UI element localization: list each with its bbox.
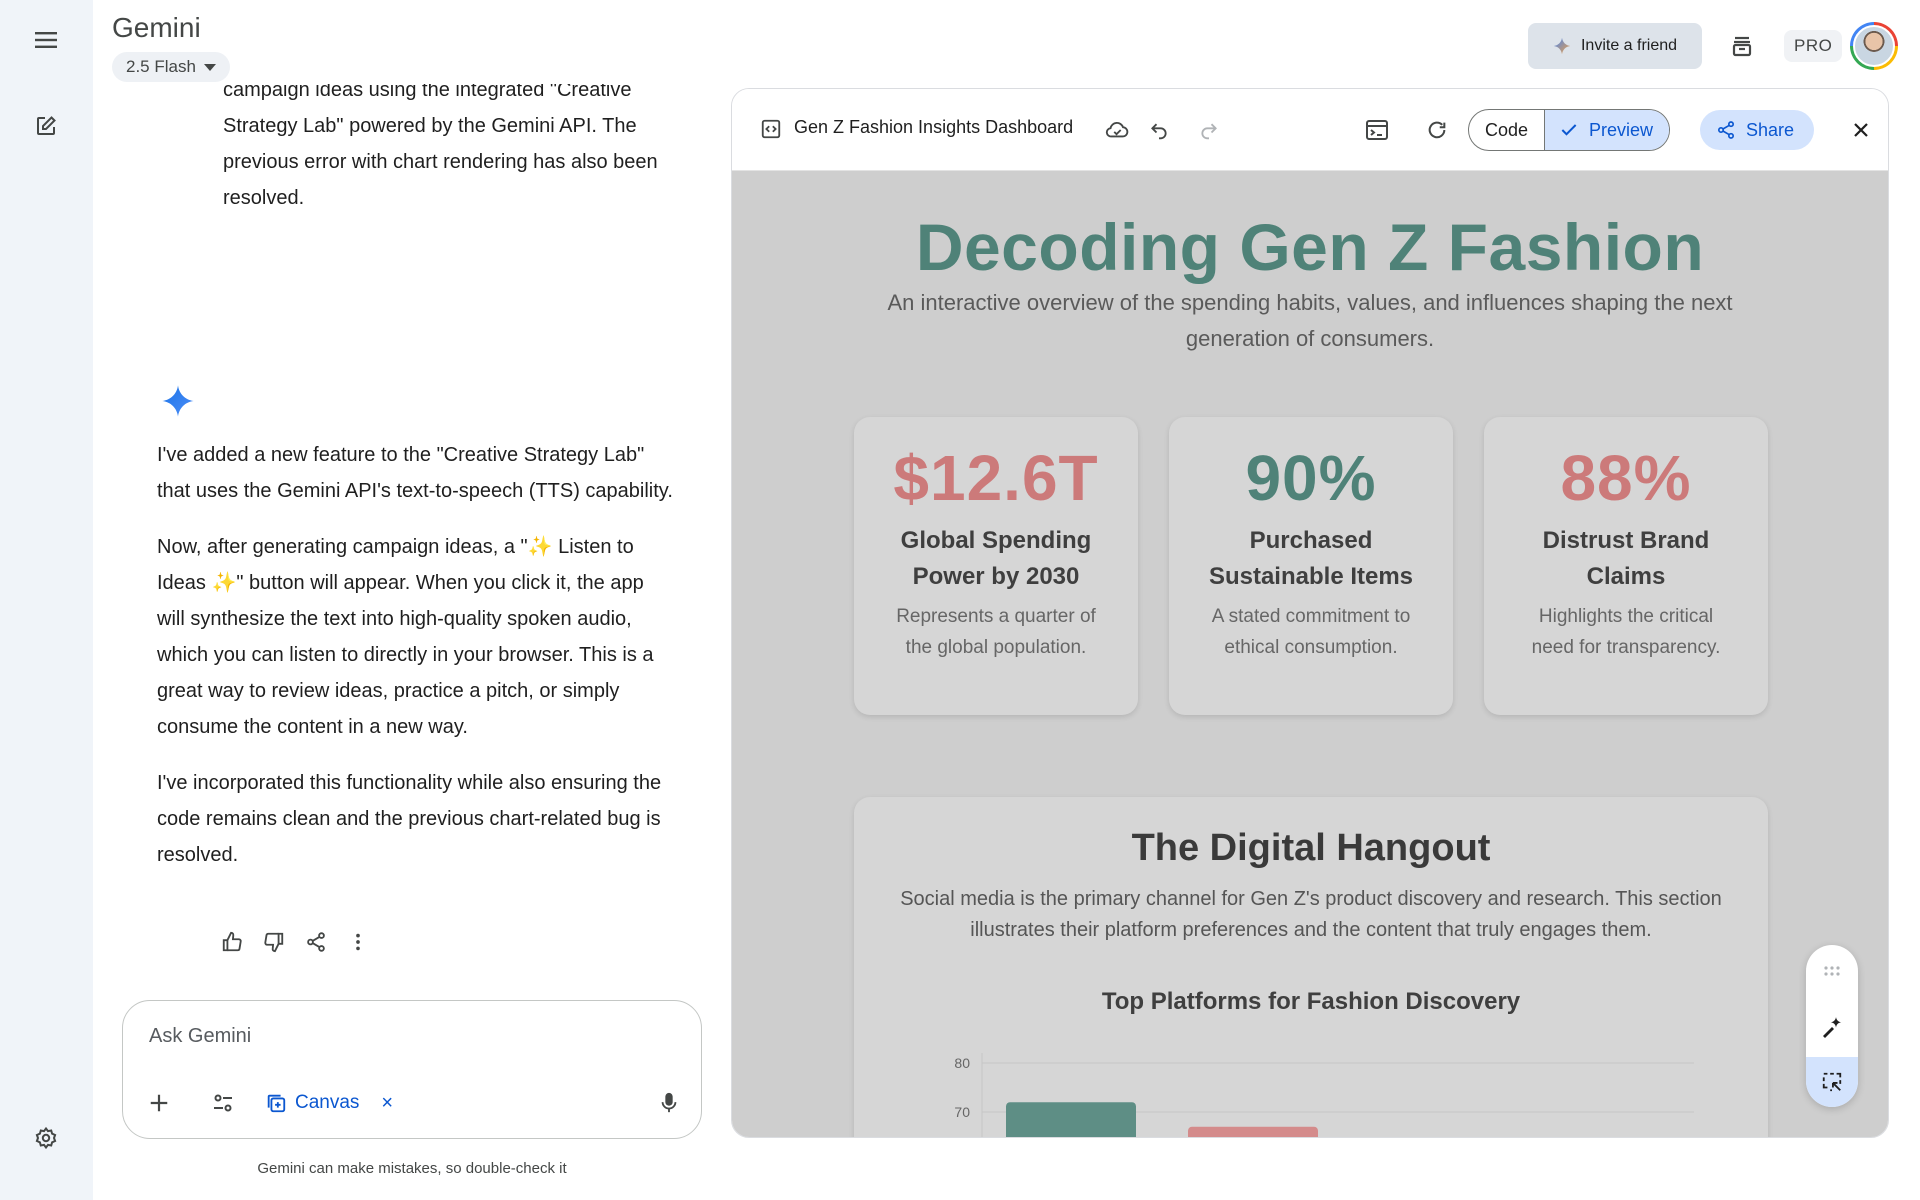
- canvas-chip-label: Canvas: [295, 1092, 360, 1113]
- canvas-chip-close-icon[interactable]: ×: [381, 1092, 393, 1115]
- response-paragraph: I've added a new feature to the "Creativ…: [157, 444, 673, 502]
- drag-handle-icon[interactable]: [1806, 947, 1858, 995]
- platform-bar-chart: 80 70: [954, 1053, 1694, 1138]
- model-response: I've added a new feature to the "Creativ…: [157, 437, 677, 893]
- document-title[interactable]: Gen Z Fashion Insights Dashboard: [794, 117, 1073, 138]
- avatar[interactable]: [1850, 22, 1898, 70]
- section-title: The Digital Hangout: [1131, 827, 1491, 869]
- canvas-icon: [267, 1094, 286, 1113]
- invite-label: Invite a friend: [1580, 37, 1678, 54]
- dashboard-subtitle: An interactive overview of the spending …: [887, 290, 1733, 351]
- undo-icon[interactable]: [1142, 113, 1176, 147]
- chat-thread: campaign ideas using the integrated "Cre…: [93, 84, 713, 984]
- add-icon[interactable]: [141, 1085, 177, 1121]
- thumbs-up-icon[interactable]: [217, 927, 247, 957]
- response-paragraph: I've incorporated this functionality whi…: [157, 772, 662, 866]
- stat-label: Global Spending Power by 2030: [900, 527, 1092, 590]
- section-description: Social media is the primary channel for …: [900, 888, 1722, 941]
- close-icon[interactable]: [1844, 113, 1878, 147]
- sparkle-icon: [1553, 37, 1571, 55]
- tools-icon[interactable]: [205, 1085, 241, 1121]
- preview-area: Decoding Gen Z Fashion An interactive ov…: [732, 171, 1888, 1138]
- invite-friend-button[interactable]: Invite a friend: [1528, 23, 1702, 69]
- canvas-toolbar: Gen Z Fashion Insights Dashboard Code Pr…: [732, 89, 1888, 171]
- settings-gear-icon[interactable]: [26, 1118, 66, 1158]
- share-icon[interactable]: [301, 927, 331, 957]
- stat-description: Highlights the critical need for transpa…: [1531, 606, 1721, 658]
- model-label: 2.5 Flash: [126, 57, 196, 76]
- preview-tab[interactable]: Preview: [1545, 110, 1670, 150]
- magic-edit-icon[interactable]: [1806, 1003, 1858, 1051]
- prompt-input[interactable]: Ask Gemini: [149, 1025, 251, 1048]
- select-element-icon[interactable]: [1806, 1057, 1858, 1107]
- share-button[interactable]: Share: [1700, 110, 1815, 150]
- digital-hangout-section: The Digital Hangout Social media is the …: [854, 797, 1768, 1138]
- canvas-chip[interactable]: Canvas ×: [265, 1085, 393, 1121]
- response-actions: [217, 927, 373, 957]
- y-tick-label: 80: [954, 1055, 970, 1071]
- y-tick-label: 70: [954, 1104, 970, 1120]
- menu-icon[interactable]: [26, 20, 66, 60]
- dashboard-title: Decoding Gen Z Fashion: [915, 210, 1705, 284]
- share-icon: [1718, 121, 1734, 139]
- canvas-panel: Gen Z Fashion Insights Dashboard Code Pr…: [731, 88, 1889, 1138]
- stat-description: A stated commitment to ethical consumpti…: [1211, 606, 1411, 658]
- model-selector[interactable]: 2.5 Flash: [112, 52, 230, 82]
- check-icon: [1561, 124, 1577, 136]
- microphone-icon[interactable]: [651, 1085, 687, 1121]
- stat-card: 88% Distrust Brand Claims Highlights the…: [1484, 417, 1768, 715]
- floating-toolbar: [1806, 945, 1858, 1107]
- thumbs-down-icon[interactable]: [259, 927, 289, 957]
- more-vert-icon[interactable]: [343, 927, 373, 957]
- chart-bar[interactable]: [1006, 1102, 1136, 1138]
- redo-icon[interactable]: [1192, 113, 1226, 147]
- pro-badge: PRO: [1784, 30, 1843, 62]
- archive-icon[interactable]: [1722, 26, 1762, 66]
- chart-bar[interactable]: [1188, 1126, 1318, 1138]
- stat-description: Represents a quarter of the global popul…: [896, 606, 1096, 658]
- code-doc-icon: [761, 119, 781, 139]
- response-paragraph: Now, after generating campaign ideas, a …: [157, 536, 654, 738]
- stat-card: 90% Purchased Sustainable Items A stated…: [1169, 417, 1453, 715]
- console-icon[interactable]: [1360, 113, 1394, 147]
- stat-value: 90%: [1245, 442, 1377, 514]
- app-title: Gemini: [112, 12, 201, 43]
- stat-label: Distrust Brand Claims: [1542, 527, 1710, 590]
- stat-value: $12.6T: [893, 442, 1099, 514]
- left-rail: [0, 0, 93, 1200]
- stat-label: Purchased Sustainable Items: [1208, 527, 1414, 590]
- preview-tab-label: Preview: [1589, 119, 1654, 140]
- disclaimer: Gemini can make mistakes, so double-chec…: [257, 1160, 567, 1177]
- stat-card: $12.6T Global Spending Power by 2030 Rep…: [854, 417, 1138, 715]
- cloud-save-icon[interactable]: [1100, 113, 1134, 147]
- gemini-sparkle-icon: [162, 385, 194, 417]
- new-chat-icon[interactable]: [26, 106, 66, 146]
- stat-value: 88%: [1560, 442, 1692, 514]
- caret-down-icon: [203, 63, 216, 71]
- previous-message-text: campaign ideas using the integrated "Cre…: [223, 84, 658, 209]
- refresh-icon[interactable]: [1420, 113, 1454, 147]
- code-tab[interactable]: Code: [1469, 110, 1546, 150]
- share-label: Share: [1746, 119, 1795, 140]
- prompt-input-box[interactable]: Ask Gemini Canvas ×: [122, 1000, 702, 1139]
- view-toggle[interactable]: Code Preview: [1468, 109, 1671, 151]
- chart-title: Top Platforms for Fashion Discovery: [1101, 988, 1521, 1015]
